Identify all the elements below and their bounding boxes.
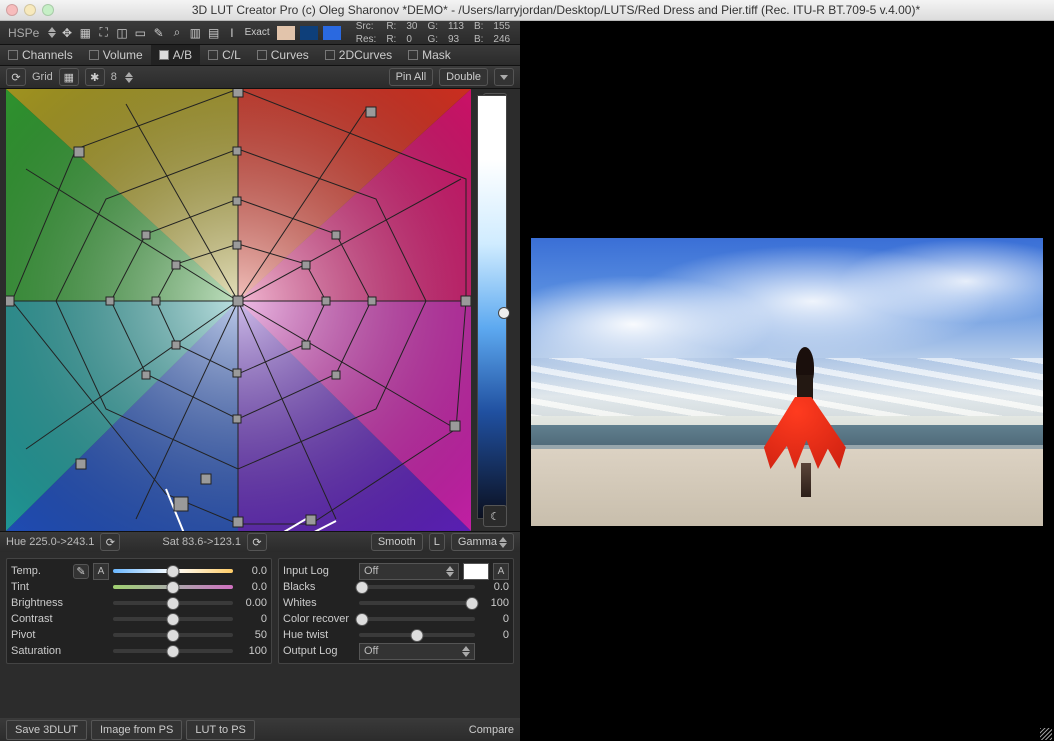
color-readout: Src:R:30G:113B:155 Res:R:0G:93B:246 xyxy=(350,19,516,47)
top-toolbar: HSPe ✥ ▦ ⛶ ◫ ▭ ✎ ⌕ ▥ ▤ I Exact Src:R:30G… xyxy=(0,21,520,45)
l-button[interactable]: L xyxy=(429,533,445,551)
contrast-slider[interactable] xyxy=(113,617,233,621)
reset-sat-icon[interactable]: ⟳ xyxy=(247,533,267,551)
swatch-skin[interactable] xyxy=(277,26,295,40)
selection-tool-icon[interactable]: ▦ xyxy=(78,24,93,41)
pivot-slider[interactable] xyxy=(113,633,233,637)
smooth-button[interactable]: Smooth xyxy=(371,533,423,551)
eyedropper-icon[interactable]: ✎ xyxy=(151,24,166,41)
whites-label: Whites xyxy=(283,597,355,609)
tab-mask[interactable]: Mask xyxy=(400,45,459,65)
preview-image[interactable] xyxy=(531,238,1043,526)
tab-volume[interactable]: Volume xyxy=(81,45,151,65)
output-log-label: Output Log xyxy=(283,645,355,657)
image-from-ps-button[interactable]: Image from PS xyxy=(91,720,182,740)
sliders-panel: Temp. ✎ A 0.0 Tint 0.0 Brightness 0.00 xyxy=(0,552,520,670)
color-sliders: Temp. ✎ A 0.0 Tint 0.0 Brightness 0.00 xyxy=(6,558,272,664)
temp-label: Temp. xyxy=(11,565,69,577)
double-button[interactable]: Double xyxy=(439,68,488,86)
dropdown-icon[interactable] xyxy=(494,68,514,86)
grid-status-bar: Hue 225.0->243.1 ⟳ Sat 83.6->123.1 ⟳ Smo… xyxy=(0,531,520,552)
swatch-sky[interactable] xyxy=(300,26,318,40)
reset-hue-icon[interactable]: ⟳ xyxy=(100,533,120,551)
luminance-slider[interactable] xyxy=(477,95,507,519)
lut-to-ps-button[interactable]: LUT to PS xyxy=(186,720,255,740)
zoom-icon[interactable] xyxy=(42,4,54,16)
window-titlebar: 3D LUT Creator Pro (c) Oleg Sharonov *DE… xyxy=(0,0,1054,21)
input-log-select[interactable]: Off xyxy=(359,563,459,580)
exact-label[interactable]: Exact xyxy=(245,27,270,38)
input-log-label: Input Log xyxy=(283,565,355,577)
blacks-slider[interactable] xyxy=(359,585,475,589)
grid-size-stepper[interactable] xyxy=(125,72,133,83)
mode-tabs: Channels Volume A/B C/L Curves 2DCurves … xyxy=(0,45,520,66)
compare-button[interactable]: Compare xyxy=(469,724,514,736)
hue-twist-label: Hue twist xyxy=(283,629,355,641)
tab-2dcurves[interactable]: 2DCurves xyxy=(317,45,400,65)
expand-tool-icon[interactable]: ⛶ xyxy=(96,24,111,41)
brightness-label: Brightness xyxy=(11,597,69,609)
bottom-bar: Save 3DLUT Image from PS LUT to PS Compa… xyxy=(0,718,520,741)
zoom-in-icon[interactable]: ⌕ xyxy=(169,24,184,41)
luminance-knob[interactable] xyxy=(498,307,510,319)
tint-slider[interactable] xyxy=(113,585,233,589)
close-icon[interactable] xyxy=(6,4,18,16)
tab-curves[interactable]: Curves xyxy=(249,45,317,65)
color-recover-label: Color recover xyxy=(283,613,355,625)
log-a-button[interactable]: A xyxy=(493,563,509,580)
tab-cl[interactable]: C/L xyxy=(200,45,249,65)
tint-label: Tint xyxy=(11,581,69,593)
color-grid-area: ☀ ☾ xyxy=(0,89,520,531)
grid-size[interactable]: 8 xyxy=(111,71,117,83)
pin-all-button[interactable]: Pin All xyxy=(389,68,434,86)
grid-label: Grid xyxy=(32,71,53,83)
log-sliders: Input Log Off A Blacks 0.0 Whites 100 Co… xyxy=(278,558,514,664)
gamma-select[interactable]: Gamma xyxy=(451,533,514,551)
window-controls xyxy=(6,4,54,16)
contrast-label: Contrast xyxy=(11,613,69,625)
brightness-slider[interactable] xyxy=(113,601,233,605)
move-tool-icon[interactable]: ✥ xyxy=(59,24,74,41)
lasso-tool-icon[interactable]: ◫ xyxy=(114,24,129,41)
pivot-label: Pivot xyxy=(11,629,69,641)
tab-channels[interactable]: Channels xyxy=(0,45,81,65)
white-swatch[interactable] xyxy=(463,563,489,580)
color-recover-slider[interactable] xyxy=(359,617,475,621)
grid-type-icon[interactable]: ▦ xyxy=(59,68,79,86)
histogram-icon[interactable]: ▥ xyxy=(188,24,203,41)
output-log-select[interactable]: Off xyxy=(359,643,475,660)
grid-icon[interactable]: ▤ xyxy=(206,24,221,41)
hue-readout: Hue 225.0->243.1 xyxy=(6,536,94,548)
saturation-label: Saturation xyxy=(11,645,69,657)
temp-slider[interactable] xyxy=(113,569,233,573)
saturation-slider[interactable] xyxy=(113,649,233,653)
temp-a-button[interactable]: A xyxy=(93,563,109,580)
figure-in-red-dress xyxy=(782,347,828,507)
sat-readout: Sat 83.6->123.1 xyxy=(162,536,241,548)
preview-pane xyxy=(520,21,1054,741)
tab-ab[interactable]: A/B xyxy=(151,45,200,65)
reset-grid-icon[interactable]: ⟳ xyxy=(6,68,26,86)
whites-slider[interactable] xyxy=(359,601,475,605)
grid-subbar: ⟳ Grid ▦ ✱ 8 Pin All Double xyxy=(0,66,520,89)
window-title: 3D LUT Creator Pro (c) Oleg Sharonov *DE… xyxy=(64,3,1048,17)
moon-icon[interactable]: ☾ xyxy=(483,505,507,527)
grid-star-icon[interactable]: ✱ xyxy=(85,68,105,86)
info-icon[interactable]: I xyxy=(224,24,239,41)
swatch-blue[interactable] xyxy=(323,26,341,40)
marquee-tool-icon[interactable]: ▭ xyxy=(133,24,148,41)
color-model-select[interactable]: HSPe xyxy=(8,26,39,40)
save-3dlut-button[interactable]: Save 3DLUT xyxy=(6,720,87,740)
resize-handle-icon[interactable] xyxy=(1040,728,1052,740)
chevron-updown-icon xyxy=(499,537,507,548)
minimize-icon[interactable] xyxy=(24,4,36,16)
hue-twist-slider[interactable] xyxy=(359,633,475,637)
eyedropper-icon[interactable]: ✎ xyxy=(73,564,89,579)
chevron-updown-icon[interactable] xyxy=(48,27,56,38)
color-wheel-grid[interactable] xyxy=(6,89,471,531)
control-panel: HSPe ✥ ▦ ⛶ ◫ ▭ ✎ ⌕ ▥ ▤ I Exact Src:R:30G… xyxy=(0,21,520,741)
blacks-label: Blacks xyxy=(283,581,355,593)
